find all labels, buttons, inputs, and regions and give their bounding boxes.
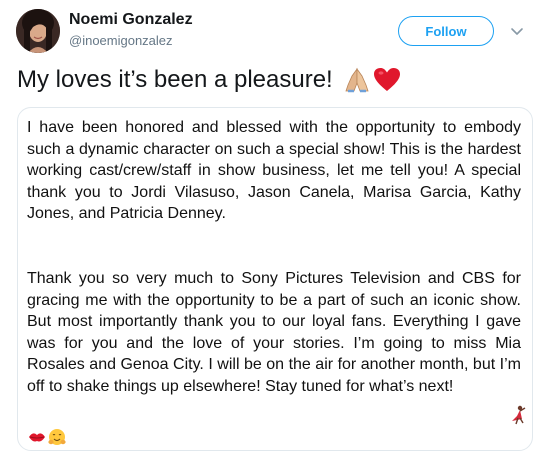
tweet-text-content: My loves it’s been a pleasure! [17,66,333,93]
statement-paragraph-2: Thank you so very much to Sony Pictures … [27,270,521,395]
tweet-card: Noemi Gonzalez @inoemigonzalez Follow My… [0,0,550,460]
dancer-icon [510,405,528,430]
follow-button[interactable]: Follow [398,16,494,46]
statement-paragraph-1: I have been honored and blessed with the… [27,119,521,222]
kiss-mark-icon [28,429,46,450]
statement-image[interactable]: I have been honored and blessed with the… [17,107,533,451]
trailing-emojis [28,428,66,450]
red-heart-icon [373,68,400,91]
chevron-down-icon[interactable] [510,24,524,38]
tweet-text: My loves it’s been a pleasure! [17,66,403,94]
author-name[interactable]: Noemi Gonzalez [69,11,193,29]
folded-hands-icon [345,67,369,93]
author-handle[interactable]: @inoemigonzalez [69,33,173,48]
tweet-emojis [343,67,403,93]
hugging-face-icon [48,428,66,450]
avatar[interactable] [16,9,60,53]
avatar-image [16,9,60,53]
